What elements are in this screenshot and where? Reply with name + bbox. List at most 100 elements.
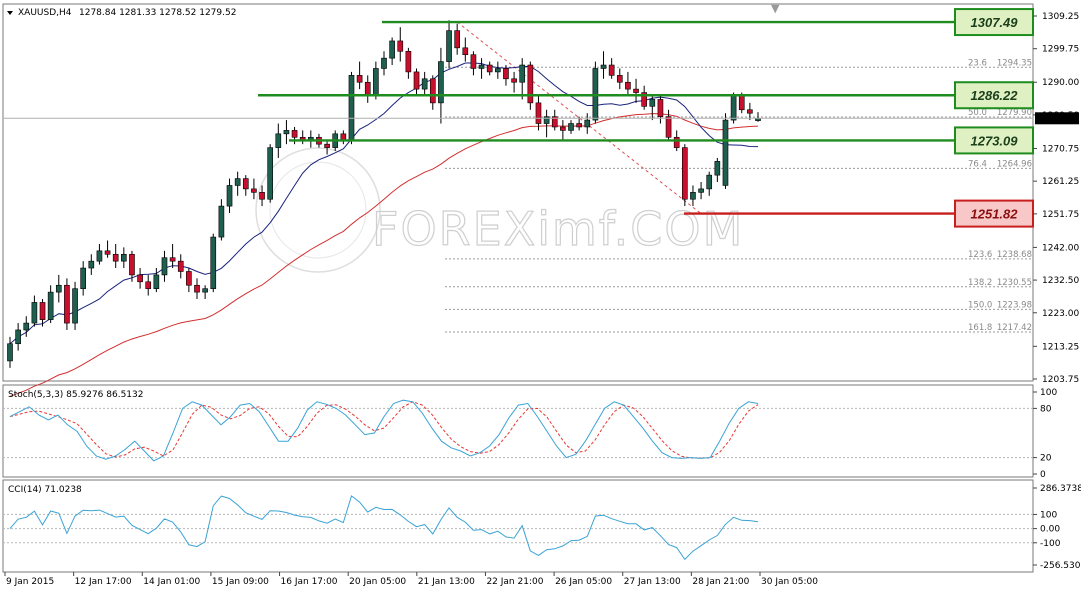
- cci-tick-label: -256.5305: [1040, 561, 1081, 571]
- time-tick-label: 26 Jan 05:00: [555, 577, 612, 587]
- candle-body: [121, 253, 127, 262]
- time-tick-label: 27 Jan 13:00: [624, 577, 681, 587]
- time-tick-label: 16 Jan 17:00: [281, 577, 338, 587]
- candle-body: [535, 102, 542, 124]
- time-tick-label: 15 Jan 09:00: [212, 577, 269, 587]
- candle-body: [738, 95, 745, 111]
- candle-body: [511, 78, 517, 83]
- candle-body: [137, 274, 143, 283]
- time-tick-label: 30 Jan 05:00: [761, 577, 818, 587]
- cci-panel[interactable]: [2, 479, 1034, 573]
- candle-body: [608, 64, 615, 76]
- candle-body: [364, 81, 371, 97]
- time-tick-label: 21 Jan 13:00: [418, 577, 475, 587]
- candle-body: [397, 40, 404, 52]
- candle-body: [96, 250, 103, 262]
- time-tick-label: 22 Jan 21:00: [486, 577, 543, 587]
- level-value-label: 1273.09: [971, 133, 1019, 148]
- candle-body: [478, 64, 485, 69]
- candle-body: [543, 116, 550, 124]
- candle-body: [690, 192, 696, 200]
- time-tick-label: 20 Jan 05:00: [349, 577, 406, 587]
- candle-body: [210, 236, 217, 289]
- stoch-tick-label: 80: [1040, 404, 1052, 414]
- candle-body: [15, 329, 21, 345]
- candle-body: [600, 64, 607, 69]
- stoch-tick-label: 100: [1040, 388, 1057, 398]
- fib-price-label: 1217.42: [997, 323, 1032, 333]
- stoch-tick-label: 0: [1040, 470, 1046, 480]
- candle-body: [104, 250, 111, 255]
- candle-body: [202, 288, 208, 293]
- candle-body: [356, 75, 363, 83]
- candle-body: [373, 68, 379, 97]
- price-tick-label: 1213.25: [1042, 342, 1079, 352]
- time-axis: 9 Jan 2015 12 Jan 17:00 14 Jan 01:00 15 Jan…: [4, 572, 818, 587]
- stoch-tick-label: 20: [1040, 454, 1052, 464]
- chart-shift-icon[interactable]: ▼: [771, 2, 780, 15]
- candle: [527, 61, 534, 110]
- price-tick-label: 1251.75: [1042, 210, 1079, 220]
- candle: [682, 144, 688, 207]
- cci-title: CCI(14) 71.0238: [8, 485, 82, 495]
- candle-body: [194, 284, 200, 293]
- price-panel[interactable]: [2, 3, 1034, 382]
- candle-body: [72, 288, 78, 324]
- candle-body: [242, 178, 249, 190]
- fib-pct-label: 123.6: [968, 250, 992, 260]
- cci-tick-label: 0.00: [1040, 525, 1060, 535]
- candle-body: [625, 81, 631, 90]
- candle-body: [462, 47, 469, 56]
- ohlc-values: 1278.84 1281.33 1278.52 1279.52: [79, 8, 236, 18]
- candle-body: [584, 119, 591, 128]
- candle-body: [291, 130, 298, 138]
- candle-body: [633, 88, 639, 93]
- fib-pct-label: 161.8: [968, 323, 992, 333]
- cci-tick-label: 286.3738: [1040, 484, 1081, 494]
- price-tick-label: 1242.00: [1042, 243, 1079, 253]
- candle-body: [421, 78, 428, 90]
- candle-body: [560, 126, 566, 131]
- cci-tick-label: 100: [1040, 510, 1057, 520]
- fib-pct-label: 50.0: [968, 108, 987, 118]
- candle-body: [129, 253, 135, 276]
- candle-body: [714, 161, 721, 176]
- price-tick-label: 1309.25: [1042, 12, 1079, 22]
- candle: [730, 92, 737, 124]
- candle-body: [568, 123, 574, 131]
- candle-body: [7, 343, 13, 362]
- price-tick-label: 1290.00: [1042, 78, 1079, 88]
- candle-body: [527, 64, 534, 104]
- candle-body: [64, 284, 70, 324]
- candle-body: [576, 123, 582, 128]
- chart-window: FOREXimf.COM 23.6 1294.35 50.0 1279.90 76.4 1…: [2, 2, 1081, 587]
- candle-body: [698, 188, 704, 193]
- candle-body: [722, 119, 729, 186]
- candle-body: [145, 281, 152, 289]
- price-tick-label: 1261.25: [1042, 177, 1079, 187]
- candle-body: [169, 257, 176, 262]
- time-tick-label: 12 Jan 17:00: [75, 577, 132, 587]
- stoch-panel[interactable]: [2, 384, 1034, 478]
- candle-body: [429, 78, 436, 104]
- candle-body: [446, 30, 452, 62]
- candle-body: [495, 68, 501, 73]
- candle-body: [234, 178, 241, 186]
- candle-body: [649, 99, 656, 107]
- candle-body: [470, 54, 477, 69]
- fib-pct-label: 23.6: [968, 58, 987, 68]
- candle-body: [389, 40, 395, 59]
- candle-body: [503, 68, 509, 80]
- candle-body: [161, 257, 168, 276]
- candle-body: [706, 174, 713, 190]
- candle-body: [112, 253, 119, 262]
- candle-body: [283, 130, 290, 135]
- candle-body: [348, 75, 355, 142]
- fib-pct-label: 76.4: [968, 159, 987, 169]
- candle-body: [324, 143, 330, 148]
- candle-body: [405, 50, 412, 73]
- candle-body: [186, 271, 192, 286]
- candle-body: [55, 284, 62, 293]
- candle-body: [665, 116, 672, 138]
- candle-body: [682, 147, 688, 200]
